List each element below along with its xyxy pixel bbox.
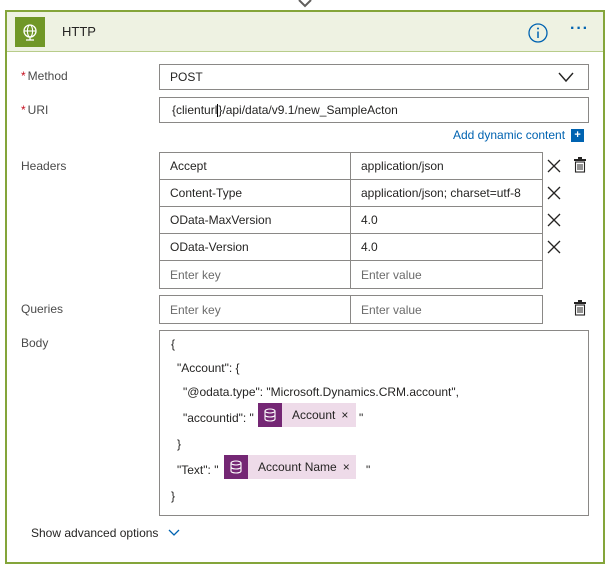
add-icon: + (571, 128, 585, 142)
method-value: POST (170, 70, 203, 84)
queries-label: Queries (21, 302, 64, 316)
header-key-input[interactable]: Content-Type (160, 180, 351, 206)
remove-token-icon[interactable]: × (341, 408, 354, 422)
body-line: "Account": { (177, 361, 240, 375)
token-label: Account (292, 408, 336, 422)
close-icon[interactable] (547, 186, 561, 200)
card-title: HTTP (62, 24, 96, 39)
more-icon[interactable]: ··· (570, 20, 589, 38)
body-line: "accountid": " (183, 411, 254, 425)
header-value-input[interactable]: application/json; charset=utf-8 (351, 180, 542, 206)
body-editor[interactable]: { "Account": { "@odata.type": "Microsoft… (159, 330, 589, 516)
header-row: Accept application/json (160, 153, 542, 180)
body-label: Body (21, 336, 49, 350)
show-advanced-options-toggle[interactable]: Show advanced options (31, 526, 180, 540)
chevron-down-icon (168, 529, 180, 536)
body-line: "@odata.type": "Microsoft.Dynamics.CRM.a… (183, 385, 459, 399)
add-dynamic-content-label: Add dynamic content (453, 128, 566, 142)
header-key-input[interactable]: OData-Version (160, 234, 351, 260)
close-icon[interactable] (547, 159, 561, 173)
close-icon[interactable] (547, 213, 561, 227)
query-row-empty: Enter key Enter value (160, 296, 542, 323)
http-action-card: HTTP ··· * Method POST * URI {clienturl}/a… (5, 10, 605, 564)
header-row: Content-Type application/json; charset=u… (160, 180, 542, 207)
body-line: " (359, 411, 364, 425)
header-key-input[interactable]: Accept (160, 153, 351, 179)
header-key-input[interactable]: OData-MaxVersion (160, 207, 351, 233)
token-label: Account Name (258, 460, 337, 474)
header-value-input[interactable]: Enter value (351, 261, 542, 288)
method-label: * Method (21, 69, 68, 83)
dataverse-icon (224, 455, 248, 479)
table-text-toggle-icon[interactable] (573, 157, 587, 173)
queries-table: Enter key Enter value (159, 295, 543, 324)
table-text-toggle-icon[interactable] (573, 300, 587, 316)
header-key-input[interactable]: Enter key (160, 261, 351, 288)
header-value-input[interactable]: 4.0 (351, 234, 542, 260)
dynamic-token-account-name[interactable]: Account Name × (224, 455, 356, 479)
chevron-down-icon (558, 72, 574, 83)
globe-icon (15, 17, 45, 47)
header-value-input[interactable]: 4.0 (351, 207, 542, 233)
remove-token-icon[interactable]: × (343, 460, 356, 474)
query-value-input[interactable]: Enter value (351, 296, 542, 323)
header-row: OData-Version 4.0 (160, 234, 542, 261)
uri-input[interactable]: {clienturl}/api/data/v9.1/new_SampleActo… (159, 97, 589, 123)
query-key-input[interactable]: Enter key (160, 296, 351, 323)
method-dropdown[interactable]: POST (159, 64, 589, 90)
advanced-options-label: Show advanced options (31, 526, 159, 540)
body-line: { (171, 337, 176, 351)
body-line: } (177, 437, 182, 451)
add-dynamic-content-link[interactable]: Add dynamic content + (453, 128, 585, 142)
body-line: "Text": " (177, 463, 219, 477)
body-line: " (366, 463, 371, 477)
header-row-empty: Enter key Enter value (160, 261, 542, 288)
header-row: OData-MaxVersion 4.0 (160, 207, 542, 234)
dynamic-token-account[interactable]: Account × (258, 403, 356, 427)
info-icon[interactable] (527, 22, 549, 44)
header-value-input[interactable]: application/json (351, 153, 542, 179)
headers-table: Accept application/json Content-Type app… (159, 152, 543, 289)
body-line: } (171, 489, 176, 503)
flow-arrow-icon (298, 0, 312, 8)
card-header[interactable]: HTTP ··· (7, 12, 603, 52)
headers-label: Headers (21, 159, 67, 173)
close-icon[interactable] (547, 240, 561, 254)
dataverse-icon (258, 403, 282, 427)
uri-value-start: {clienturl (172, 103, 218, 117)
uri-value-end: }/api/data/v9.1/new_SampleActon (218, 103, 398, 117)
uri-label: * URI (21, 103, 49, 117)
